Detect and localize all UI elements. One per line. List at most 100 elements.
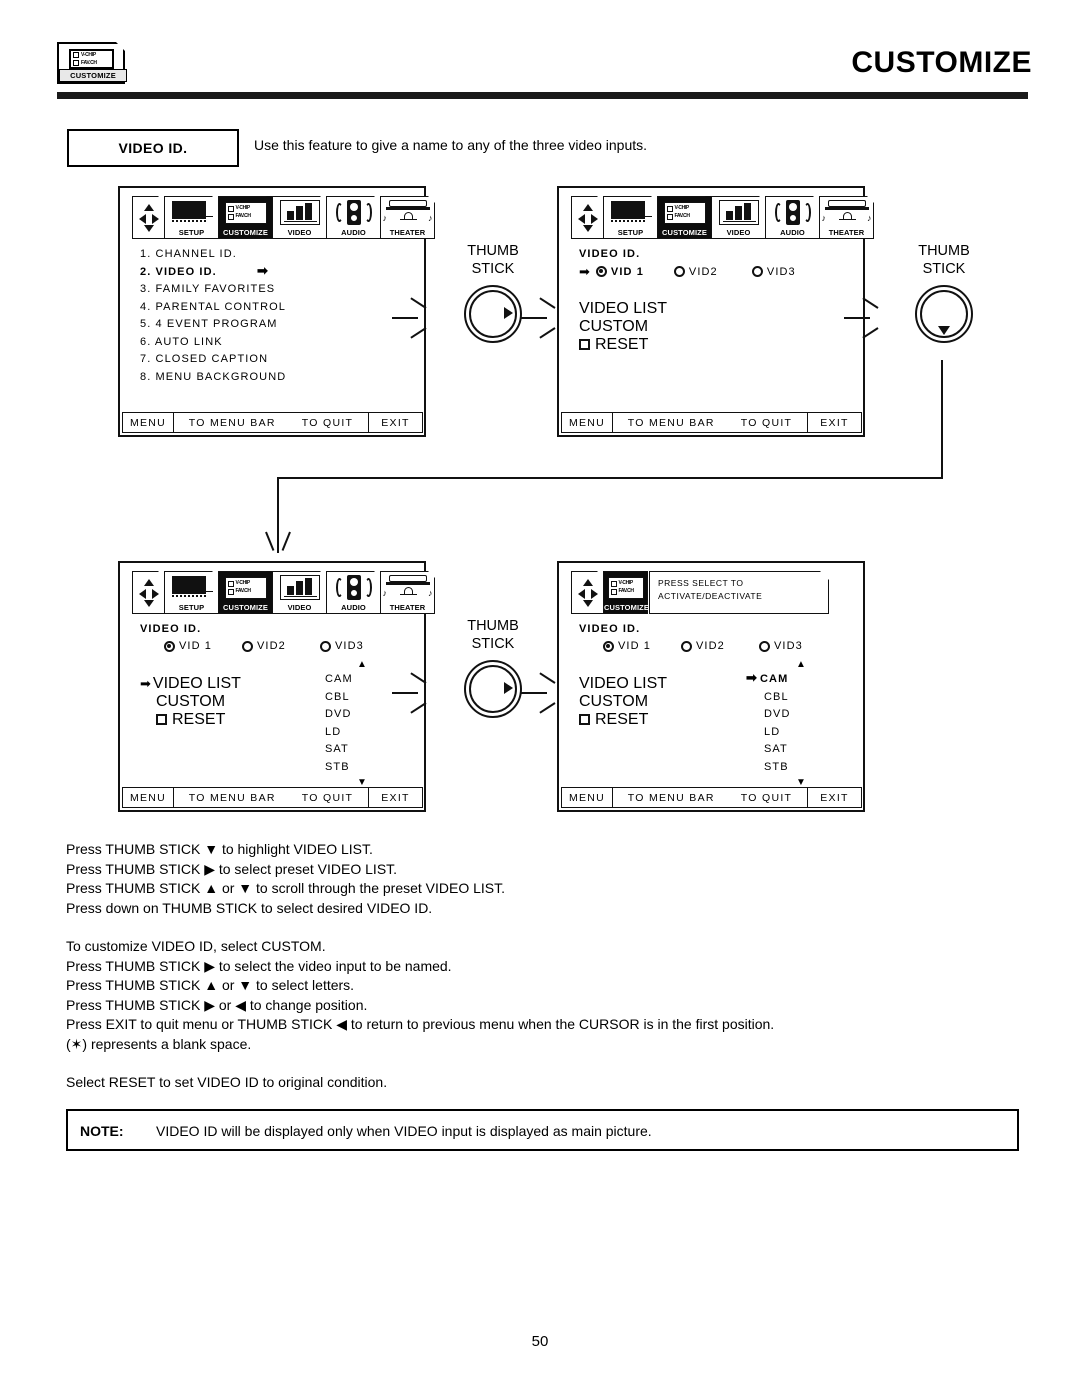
- tab-setup[interactable]: SETUP: [164, 196, 219, 239]
- radio-vid2[interactable]: VID2: [681, 640, 759, 652]
- list-item-cam[interactable]: ➡ CAM: [746, 671, 859, 689]
- radio-vid2-label: VID2: [688, 265, 718, 278]
- tab-video[interactable]: VIDEO: [711, 196, 766, 239]
- radio-vid3[interactable]: VID3: [751, 265, 796, 278]
- osd-menu-bar: SETUP V-CHIP FAV.CH CUSTOMIZE VIDEO AUDI…: [571, 196, 874, 239]
- footer-to-quit: TO QUIT: [301, 416, 354, 429]
- radio-vid1[interactable]: VID 1: [595, 265, 674, 278]
- video-id-heading: VIDEO ID.: [579, 623, 641, 635]
- footer-exit-button[interactable]: EXIT: [368, 412, 423, 433]
- radio-vid3[interactable]: VID3: [759, 640, 803, 652]
- footer-menu-button[interactable]: MENU: [561, 412, 613, 433]
- flow-arrow-4: [392, 672, 427, 714]
- list-item-cam-label: CAM: [760, 673, 789, 685]
- scroll-up-icon[interactable]: ▲: [325, 658, 420, 671]
- video-id-heading: VIDEO ID.: [579, 248, 641, 260]
- tab-customize[interactable]: V-CHIP FAV.CH CUSTOMIZE: [603, 571, 649, 614]
- option-reset[interactable]: RESET: [579, 711, 667, 729]
- reset-checkbox-icon[interactable]: [579, 714, 590, 725]
- menu-item-closed-caption[interactable]: 7. CLOSED CAPTION: [140, 351, 414, 369]
- reset-checkbox-icon[interactable]: [579, 339, 590, 350]
- vchip-icon: V-CHIP FAV.CH: [663, 201, 706, 224]
- menu-item-parental-control[interactable]: 4. PARENTAL CONTROL: [140, 299, 414, 317]
- list-item-stb[interactable]: STB: [325, 759, 420, 777]
- footer-to-menu-bar: TO MENU BAR: [627, 416, 715, 429]
- tab-video[interactable]: VIDEO: [272, 571, 327, 614]
- footer-menu-button[interactable]: MENU: [122, 412, 174, 433]
- radio-vid1-icon: [164, 640, 175, 652]
- osd-panel-video-list-select: V-CHIP FAV.CH CUSTOMIZE PRESS SELECT TO …: [557, 561, 865, 812]
- tab-label-theater: THEATER: [389, 603, 426, 612]
- speaker-icon: [335, 574, 372, 601]
- instruction-line-5: To customize VIDEO ID, select CUSTOM.: [66, 938, 326, 954]
- menu-item-menu-background[interactable]: 8. MENU BACKGROUND: [140, 369, 414, 387]
- tab-theater[interactable]: ♪ ♪ THEATER: [380, 196, 435, 239]
- list-item-stb[interactable]: STB: [764, 759, 859, 777]
- option-video-list[interactable]: VIDEO LIST: [579, 300, 667, 318]
- list-item-cbl[interactable]: CBL: [764, 689, 859, 707]
- radio-vid2[interactable]: VID2: [673, 265, 752, 278]
- list-item-dvd[interactable]: DVD: [764, 706, 859, 724]
- video-id-body: VIDEO ID.: [579, 245, 853, 263]
- tab-theater[interactable]: ♪ ♪ THEATER: [380, 571, 435, 614]
- option-custom[interactable]: CUSTOM: [579, 693, 667, 711]
- menu-item-4-event-program[interactable]: 5. 4 EVENT PROGRAM: [140, 316, 414, 334]
- tab-setup[interactable]: SETUP: [603, 196, 658, 239]
- instruction-line-6: Press THUMB STICK ▶ to select the video …: [66, 957, 452, 974]
- list-item-dvd[interactable]: DVD: [325, 706, 420, 724]
- logo-badge-fold: [116, 42, 125, 51]
- radio-vid1[interactable]: VID 1: [603, 640, 681, 652]
- tab-audio[interactable]: AUDIO: [326, 571, 381, 614]
- tab-label-audio: AUDIO: [341, 603, 366, 612]
- list-item-sat[interactable]: SAT: [764, 741, 859, 759]
- footer-menu-button[interactable]: MENU: [122, 787, 174, 808]
- option-reset[interactable]: RESET: [140, 711, 241, 729]
- option-reset[interactable]: RESET: [579, 336, 667, 354]
- tab-video[interactable]: VIDEO: [272, 196, 327, 239]
- radio-vid3[interactable]: VID3: [320, 640, 364, 652]
- radio-vid1-label: VID 1: [618, 640, 652, 652]
- footer-menu-button[interactable]: MENU: [561, 787, 613, 808]
- option-custom[interactable]: CUSTOM: [579, 318, 667, 336]
- option-video-list[interactable]: ➡ VIDEO LIST: [140, 675, 241, 693]
- radio-vid1[interactable]: VID 1: [164, 640, 242, 652]
- tab-label-setup: SETUP: [178, 603, 205, 612]
- thumbstick-label-line2: STICK: [471, 636, 515, 652]
- video-id-options: VIDEO LIST CUSTOM RESET: [579, 675, 667, 729]
- vchip-icon: V-CHIP FAV.CH: [224, 576, 267, 599]
- radio-vid2[interactable]: VID2: [242, 640, 320, 652]
- instruction-spacer-2: [66, 1054, 1026, 1073]
- tab-audio[interactable]: AUDIO: [326, 196, 381, 239]
- menu-item-auto-link[interactable]: 6. AUTO LINK: [140, 334, 414, 352]
- tab-customize[interactable]: V-CHIP FAV.CH CUSTOMIZE: [218, 571, 273, 614]
- customize-logo-badge: V-CHIP FAV.CH CUSTOMIZE: [57, 42, 129, 88]
- page-title: CUSTOMIZE: [851, 46, 1032, 79]
- option-custom[interactable]: CUSTOM: [140, 693, 241, 711]
- list-item-sat[interactable]: SAT: [325, 741, 420, 759]
- footer-exit-button[interactable]: EXIT: [807, 412, 862, 433]
- footer-exit-button[interactable]: EXIT: [807, 787, 862, 808]
- radio-vid3-icon: [759, 640, 770, 652]
- menu-item-family-favorites[interactable]: 3. FAMILY FAVORITES: [140, 281, 414, 299]
- menu-item-channel-id[interactable]: 1. CHANNEL ID.: [140, 246, 414, 264]
- tab-theater[interactable]: ♪ ♪ THEATER: [819, 196, 874, 239]
- footer-exit-button[interactable]: EXIT: [368, 787, 423, 808]
- list-item-ld[interactable]: LD: [325, 724, 420, 742]
- menu-item-video-id[interactable]: 2. VIDEO ID. ➡: [140, 264, 414, 282]
- tab-setup[interactable]: SETUP: [164, 571, 219, 614]
- option-video-list[interactable]: VIDEO LIST: [579, 675, 667, 693]
- vchip-logo-icon: V-CHIP FAV.CH: [69, 49, 114, 69]
- note-text: VIDEO ID will be displayed only when VID…: [156, 1123, 652, 1139]
- vchip-icon: V-CHIP FAV.CH: [224, 201, 267, 224]
- radio-vid1-label: VID 1: [610, 265, 644, 278]
- tab-customize[interactable]: V-CHIP FAV.CH CUSTOMIZE: [218, 196, 273, 239]
- tab-customize[interactable]: V-CHIP FAV.CH CUSTOMIZE: [657, 196, 712, 239]
- radio-vid3-label: VID3: [766, 265, 796, 278]
- tab-audio[interactable]: AUDIO: [765, 196, 820, 239]
- reset-checkbox-icon[interactable]: [156, 714, 167, 725]
- list-item-ld[interactable]: LD: [764, 724, 859, 742]
- tv-icon: [170, 575, 214, 601]
- instruction-line-10: (✶) represents a blank space.: [66, 1035, 252, 1052]
- vchip-icon-line2: FAV.CH: [618, 588, 635, 594]
- scroll-up-icon[interactable]: ▲: [764, 658, 859, 671]
